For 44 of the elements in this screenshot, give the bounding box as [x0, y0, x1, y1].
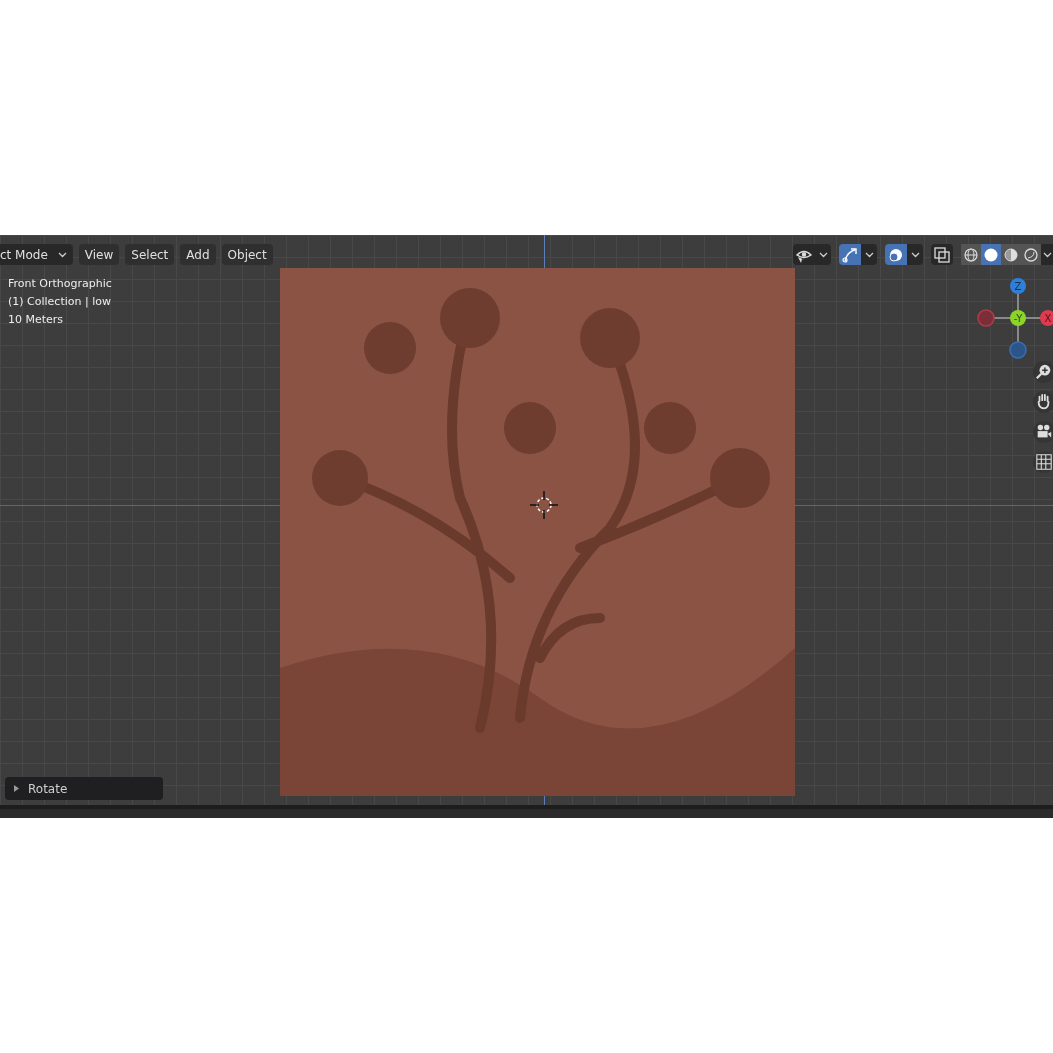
shading-mode-button[interactable] [1001, 244, 1021, 265]
viewport-info-text: 10 Meters [8, 312, 65, 328]
solid-sphere-icon [983, 246, 999, 263]
triangle-right-icon [13, 785, 20, 792]
menu-item[interactable]: Object [221, 244, 273, 265]
negative-x-axis-handle[interactable] [977, 309, 995, 327]
xray-squares-icon [933, 245, 951, 264]
overlay-toggle-button[interactable] [931, 244, 953, 265]
chevron-down-icon [818, 251, 828, 258]
dropdown-button[interactable] [815, 244, 831, 265]
material-sphere-icon [1003, 246, 1019, 263]
wireframe-sphere-icon [963, 246, 979, 263]
operator-panel-header[interactable]: Rotate [5, 777, 163, 800]
menu-item[interactable]: View [78, 244, 120, 265]
y-axis-handle[interactable]: -Y [1010, 310, 1026, 326]
shading-mode-button[interactable] [981, 244, 1001, 265]
overlay-toggle-button[interactable] [839, 244, 861, 265]
chevron-down-icon [864, 251, 874, 258]
shading-mode-button[interactable] [1021, 244, 1041, 265]
menu-item[interactable]: Select [125, 244, 175, 265]
navigation-button[interactable] [1033, 361, 1053, 383]
chevron-down-icon [57, 251, 67, 258]
3d-viewport[interactable]: ct Mode View Select Add Object Front Orthographic (1) Collection | low 10 Meters Z -Y X Rotate [0, 235, 1053, 805]
negative-z-axis-handle[interactable] [1009, 341, 1027, 359]
shading-mode-button[interactable] [961, 244, 981, 265]
overlay-toggle-button[interactable] [885, 244, 907, 265]
mode-dropdown[interactable]: ct Mode [0, 244, 73, 265]
viewport-info-text: (1) Collection | low [8, 294, 112, 310]
grid-icon [1035, 453, 1053, 471]
3d-cursor-icon [530, 491, 558, 519]
dropdown-button[interactable] [861, 244, 877, 265]
navigation-button[interactable] [1033, 421, 1053, 443]
menu-item[interactable]: Add [180, 244, 216, 265]
dropdown-button[interactable] [907, 244, 923, 265]
dropdown-button[interactable] [1041, 244, 1053, 265]
navigation-button[interactable] [1033, 451, 1053, 473]
overlay-toggle-button[interactable] [793, 244, 815, 265]
zoom-icon [1035, 363, 1053, 381]
gizmo-arrow-icon [841, 245, 859, 264]
navigation-button[interactable] [1033, 391, 1053, 413]
chevron-down-icon [910, 251, 920, 258]
viewport-info-text: Front Orthographic [8, 276, 112, 292]
rendered-sphere-icon [1023, 246, 1039, 263]
chevron-down-icon [1042, 251, 1052, 258]
